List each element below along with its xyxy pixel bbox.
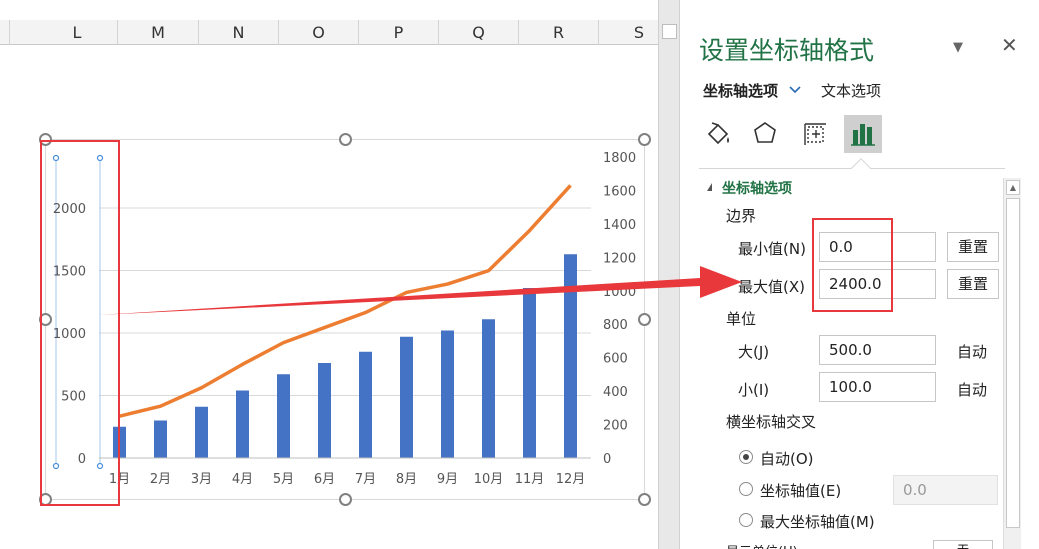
fill-line-icon[interactable]	[699, 115, 737, 153]
right-axis-tick-label: 1200	[603, 251, 636, 266]
cross-auto-label[interactable]: 自动(O)	[760, 448, 814, 469]
x-axis-tick-label: 9月	[437, 472, 458, 487]
minor-auto-link[interactable]: 自动	[957, 379, 987, 400]
bar	[400, 336, 413, 458]
pane-options-caret-icon[interactable]: ▼	[953, 40, 963, 55]
major-unit-input[interactable]: 500.0	[819, 335, 936, 365]
bar	[236, 390, 249, 458]
bar	[441, 330, 454, 458]
right-axis-tick-label: 400	[603, 385, 628, 400]
size-properties-icon[interactable]	[796, 115, 834, 153]
major-auto-link[interactable]: 自动	[957, 341, 987, 362]
column-header-s[interactable]: S	[599, 20, 658, 45]
max-label: 最大值(X)	[738, 278, 805, 296]
line-series	[119, 184, 572, 418]
chart-resize-handle-bm[interactable]	[339, 493, 352, 506]
section-axis-options[interactable]: 坐标轴选项	[722, 178, 792, 198]
right-axis-tick-label: 1600	[603, 184, 636, 199]
cross-max-radio[interactable]	[739, 513, 753, 527]
effects-icon[interactable]	[746, 115, 784, 153]
scroll-thumb[interactable]	[1006, 198, 1020, 528]
x-axis-tick-label: 3月	[191, 472, 212, 487]
tab-axis-options[interactable]: 坐标轴选项	[703, 80, 778, 101]
chevron-down-icon[interactable]	[788, 82, 802, 96]
right-axis-tick-label: 1000	[603, 285, 636, 300]
column-header-q[interactable]: Q	[439, 20, 519, 45]
display-units-dropdown[interactable]: 无	[933, 540, 993, 549]
column-header-o[interactable]: O	[279, 20, 359, 45]
x-axis-tick-label: 8月	[396, 472, 417, 487]
pane-splitter[interactable]	[658, 0, 680, 549]
display-units-label-cut: 显示单位(U)	[726, 541, 798, 549]
right-axis-tick-label: 0	[603, 452, 611, 467]
bar	[564, 254, 577, 458]
x-axis-tick-label: 10月	[474, 472, 504, 487]
chart-resize-handle-br[interactable]	[638, 493, 651, 506]
bounds-label: 边界	[726, 207, 757, 225]
horizontal-axis-crosses-label: 横坐标轴交叉	[726, 413, 817, 431]
bar	[277, 374, 290, 458]
right-axis-tick-label: 800	[603, 318, 628, 333]
column-header-m[interactable]: M	[118, 20, 199, 45]
bar	[482, 319, 495, 458]
x-axis-tick-label: 6月	[314, 472, 335, 487]
x-axis-tick-label: 11月	[515, 472, 545, 487]
cross-value-label[interactable]: 坐标轴值(E)	[760, 480, 841, 501]
right-axis-tick-label: 1800	[603, 151, 636, 166]
x-axis-tick-label: 2月	[150, 472, 171, 487]
column-header-p[interactable]: P	[359, 20, 439, 45]
scroll-up-icon[interactable]: ▲	[1006, 180, 1020, 195]
column-header-l[interactable]: L	[37, 20, 118, 45]
right-axis-tick-label: 1400	[603, 218, 636, 233]
column-header-n[interactable]: N	[199, 20, 279, 45]
column-header-r[interactable]: R	[519, 20, 599, 45]
minor-unit-input[interactable]: 100.0	[819, 372, 936, 402]
splitter-grip[interactable]	[662, 24, 677, 39]
reset-max-button[interactable]: 重置	[947, 269, 999, 299]
column-header-k[interactable]: K	[0, 20, 10, 45]
x-axis-tick-label: 12月	[556, 472, 586, 487]
bar	[318, 363, 331, 458]
chart-resize-handle-tm[interactable]	[339, 133, 352, 146]
column-header-row: K L M N O P Q R S	[0, 20, 658, 45]
annotation-axis-box	[40, 140, 120, 506]
chart-resize-handle-tr[interactable]	[638, 133, 651, 146]
cross-max-label[interactable]: 最大坐标轴值(M)	[760, 511, 875, 532]
selected-tab-notch	[851, 158, 871, 178]
min-label: 最小值(N)	[738, 240, 806, 258]
pane-title: 设置坐标轴格式	[699, 36, 875, 65]
x-axis-tick-label: 5月	[273, 472, 294, 487]
cross-value-radio[interactable]	[739, 482, 753, 496]
pane-scrollbar[interactable]: ▲	[1003, 178, 1021, 549]
bar	[359, 351, 372, 458]
chart-resize-handle-mr[interactable]	[638, 313, 651, 326]
right-axis-tick-label: 200	[603, 419, 628, 434]
bar	[523, 288, 536, 458]
minor-unit-label: 小(I)	[738, 381, 770, 399]
x-axis-tick-label: 7月	[355, 472, 376, 487]
cross-value-input[interactable]: 0.0	[893, 475, 998, 505]
chart-plot-svg: 0500100015002000 02004006008001000120014…	[52, 151, 636, 487]
combo-chart[interactable]: 0 500 1000 1500 2000 0 200 400 600 800 1000 1200 14…	[45, 139, 645, 500]
x-axis-tick-label: 4月	[232, 472, 253, 487]
tab-text-options[interactable]: 文本选项	[821, 80, 881, 101]
major-unit-label: 大(J)	[738, 343, 770, 361]
units-label: 单位	[726, 310, 757, 328]
bar	[195, 406, 208, 458]
right-axis-tick-label: 600	[603, 352, 628, 367]
cross-auto-radio[interactable]	[739, 450, 753, 464]
bar	[154, 420, 167, 458]
close-icon[interactable]: ✕	[1001, 33, 1018, 57]
axis-options-icon[interactable]	[844, 115, 882, 153]
reset-min-button[interactable]: 重置	[947, 232, 999, 262]
annotation-bounds-box	[812, 218, 893, 312]
collapse-triangle-icon[interactable]	[707, 183, 712, 191]
